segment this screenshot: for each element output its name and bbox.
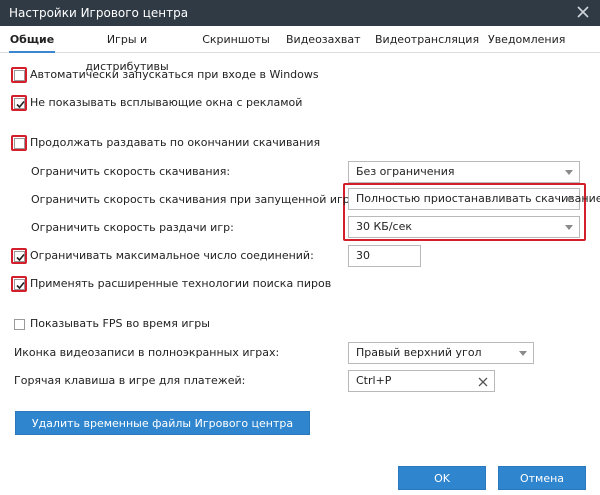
chevron-down-icon [565, 170, 573, 175]
checkmark-icon [16, 253, 25, 262]
limit-upload-game-label: Ограничить скорость раздачи игр: [31, 221, 234, 234]
max-connections-label: Ограничивать максимальное число соединен… [30, 249, 314, 262]
limit-download-label: Ограничить скорость скачивания: [31, 165, 231, 178]
tab-notifications[interactable]: Уведомления [488, 26, 565, 53]
show-fps-label: Показывать FPS во время игры [30, 317, 210, 330]
max-connections-checkbox[interactable] [14, 251, 25, 262]
payment-hotkey-label: Горячая клавиша в игре для платежей: [14, 374, 246, 387]
video-icon-value: Правый верхний угол [356, 346, 482, 359]
tab-general[interactable]: Общие [9, 26, 55, 53]
ok-button[interactable]: OK [398, 466, 486, 490]
no-ads-label: Не показывать всплывающие окна с рекламо… [30, 96, 303, 109]
video-icon-select[interactable]: Правый верхний угол [348, 342, 534, 364]
close-icon[interactable] [574, 3, 592, 21]
peer-search-checkbox[interactable] [14, 279, 25, 290]
payment-hotkey-input[interactable]: Ctrl+P [348, 370, 495, 392]
limit-download-select[interactable]: Без ограничения [348, 161, 580, 183]
window-title: Настройки Игрового центра [9, 6, 189, 20]
checkmark-icon [16, 100, 25, 109]
autostart-label: Автоматически запускаться при входе в Wi… [30, 68, 319, 81]
keep-seeding-checkbox[interactable] [14, 138, 25, 149]
autostart-checkbox[interactable] [14, 70, 25, 81]
tab-games[interactable]: Игры и дистрибутивы [71, 26, 183, 73]
delete-temp-files-button[interactable]: Удалить временные файлы Игрового центра [15, 411, 310, 435]
limit-upload-game-value: 30 КБ/сек [356, 220, 413, 233]
video-icon-label: Иконка видеозаписи в полноэкранных играх… [14, 346, 280, 359]
tab-bar: Общие Игры и дистрибутивы Скриншоты Виде… [0, 26, 600, 73]
peer-search-label: Применять расширенные технологии поиска … [30, 277, 332, 290]
limit-download-game-select[interactable]: Полностью приостанавливать скачивание [348, 188, 600, 210]
limit-upload-game-select[interactable]: 30 КБ/сек [348, 216, 580, 238]
tab-streaming[interactable]: Видеотрансляция [375, 26, 479, 53]
max-connections-value: 30 [356, 249, 370, 262]
tab-screenshots[interactable]: Скриншоты [202, 26, 270, 53]
chevron-down-icon [565, 197, 573, 202]
clear-icon[interactable] [477, 375, 489, 387]
show-fps-checkbox[interactable] [14, 319, 25, 330]
chevron-down-icon [519, 351, 527, 356]
no-ads-checkbox[interactable] [14, 98, 25, 109]
limit-download-game-value: Полностью приостанавливать скачивание [356, 192, 600, 205]
limit-download-game-label: Ограничить скорость скачивания при запущ… [31, 193, 361, 206]
tab-video-capture[interactable]: Видеозахват [286, 26, 361, 53]
keep-seeding-label: Продолжать раздавать по окончании скачив… [30, 136, 321, 149]
title-bar: Настройки Игрового центра [0, 0, 600, 26]
max-connections-input[interactable]: 30 [348, 245, 421, 267]
cancel-button[interactable]: Отмена [498, 466, 586, 490]
chevron-down-icon [565, 225, 573, 230]
payment-hotkey-value: Ctrl+P [356, 374, 392, 387]
checkmark-icon [16, 281, 25, 290]
limit-download-value: Без ограничения [356, 165, 455, 178]
